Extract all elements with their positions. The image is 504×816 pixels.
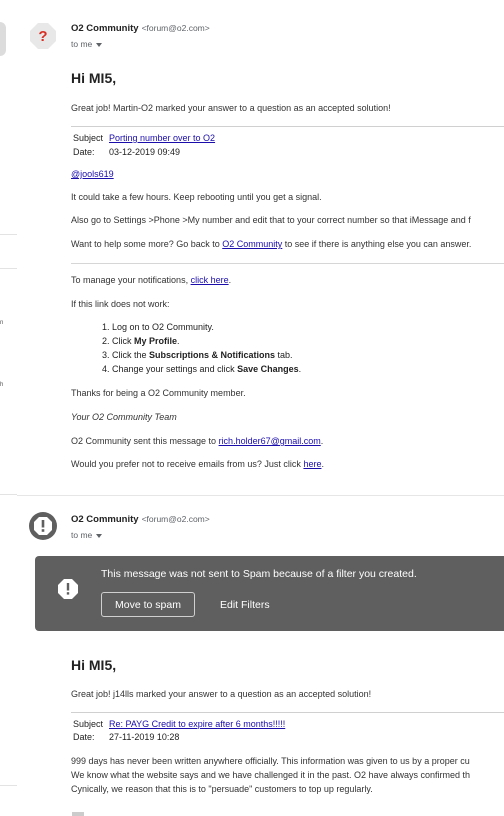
mention-link[interactable]: @jools619 (71, 169, 114, 179)
subject-label: Subject (73, 719, 104, 729)
thanks-text: Thanks for being a O2 Community member. (71, 388, 246, 398)
sender-name[interactable]: O2 Community <forum@o2.com> (71, 23, 210, 34)
notifications-text: . (228, 275, 232, 285)
step-text: Click the (112, 350, 150, 360)
message-divider (17, 495, 504, 496)
recipient-text: to me (71, 39, 93, 49)
step-item: Click the Subscriptions & Notifications … (112, 348, 301, 362)
edit-filters-button[interactable]: Edit Filters (211, 592, 279, 617)
greeting: Hi MI5, (71, 657, 117, 673)
scroll-indicator[interactable] (0, 22, 6, 56)
left-pane-text: n (0, 320, 4, 326)
left-pane-edge: n h (0, 0, 17, 815)
click-here-link[interactable]: click here (191, 275, 229, 285)
sender-avatar[interactable]: ? (29, 22, 57, 50)
date-row: Date: 03-12-2019 09:49 (73, 147, 180, 157)
subject-label: Subject (73, 133, 104, 143)
body-paragraph: It could take a few hours. Keep rebootin… (71, 192, 322, 202)
recipient-details[interactable]: to me (71, 39, 103, 49)
date-label: Date: (73, 147, 95, 157)
subject-row: Subject Porting number over to O2 (73, 133, 215, 143)
step-text: Change your settings and click (112, 364, 238, 374)
unsubscribe-link[interactable]: here (303, 459, 321, 469)
steps-list: Log on to O2 Community. Click My Profile… (71, 320, 301, 376)
sender-email: <forum@o2.com> (141, 514, 210, 524)
sender-name[interactable]: O2 Community <forum@o2.com> (71, 514, 210, 525)
recipient-details[interactable]: to me (71, 530, 103, 540)
step-text: Log on to O2 Community. (112, 322, 214, 332)
mention-text[interactable]: @jools619 (71, 169, 114, 179)
subject-divider (71, 712, 504, 713)
left-divider (0, 268, 17, 269)
notifications-paragraph: To manage your notifications, click here… (71, 275, 231, 285)
date-row: Date: 27-11-2019 10:28 (73, 732, 179, 742)
help-paragraph: Want to help some more? Go back to O2 Co… (71, 239, 471, 249)
left-divider (0, 785, 17, 786)
intro-text: Great job! Martin-O2 marked your answer … (71, 103, 391, 113)
unsubscribe-paragraph: Would you prefer not to receive emails f… (71, 459, 324, 469)
subject-row: Subject Re: PAYG Credit to expire after 6… (73, 719, 285, 729)
body-paragraph: 999 days has never been written anywhere… (71, 756, 470, 766)
team-signature: Your O2 Community Team (71, 412, 177, 422)
fallback-intro: If this link does not work: (71, 299, 170, 309)
notifications-text: To manage your notifications, (71, 275, 191, 285)
body-paragraph: Also go to Settings >Phone >My number an… (71, 215, 471, 225)
greeting: Hi MI5, (71, 70, 117, 86)
community-link[interactable]: O2 Community (222, 239, 282, 249)
subject-link[interactable]: Porting number over to O2 (109, 133, 215, 143)
sent-to-text: O2 Community sent this message to (71, 436, 219, 446)
sent-to-text: . (320, 436, 324, 446)
sender-name-text: O2 Community (71, 23, 139, 34)
step-text: Click (112, 336, 134, 346)
dropdown-caret-icon[interactable] (96, 533, 103, 538)
quoted-text-toggle[interactable] (72, 812, 84, 816)
svg-text:?: ? (38, 28, 47, 45)
sent-to-paragraph: O2 Community sent this message to rich.h… (71, 436, 323, 446)
help-text: Want to help some more? Go back to (71, 239, 223, 249)
spam-banner-text: This message was not sent to Spam becaus… (101, 568, 417, 580)
move-to-spam-button[interactable]: Move to spam (101, 592, 195, 617)
date-label: Date: (73, 732, 95, 742)
spam-filter-banner: This message was not sent to Spam becaus… (35, 556, 504, 631)
sender-email: <forum@o2.com> (141, 23, 210, 33)
step-bold: Subscriptions & Notifications (149, 350, 276, 360)
help-text: to see if there is anything else you can… (282, 239, 472, 249)
date-value: 27-11-2019 10:28 (109, 732, 180, 742)
sender-name-text: O2 Community (71, 514, 139, 525)
step-text: . (298, 364, 302, 374)
dropdown-caret-icon[interactable] (96, 42, 103, 47)
step-text: tab. (275, 350, 293, 360)
unsubscribe-text: . (321, 459, 324, 469)
step-bold: My Profile (134, 336, 178, 346)
intro-text: Great job! j14lls marked your answer to … (71, 689, 372, 699)
step-item: Log on to O2 Community. (112, 320, 301, 334)
section-divider (71, 263, 504, 264)
body-paragraph: We know what the website says and we hav… (71, 770, 471, 780)
subject-divider (71, 126, 504, 127)
step-text: . (177, 336, 180, 346)
body-paragraph: Cynically, we reason that this is to "pe… (71, 784, 373, 794)
date-value: 03-12-2019 09:49 (109, 147, 181, 157)
left-divider (0, 234, 17, 235)
subject-link[interactable]: Re: PAYG Credit to expire after 6 months… (109, 719, 285, 729)
question-mark-icon: ? (30, 23, 56, 49)
alert-icon (58, 579, 78, 599)
recipient-email-link[interactable]: rich.holder67@gmail.com (219, 436, 321, 446)
step-item: Click My Profile. (112, 334, 301, 348)
left-pane-text: h (0, 382, 4, 388)
recipient-text: to me (71, 530, 93, 540)
left-divider (0, 494, 17, 495)
step-bold: Save Changes (237, 364, 299, 374)
step-item: Change your settings and click Save Chan… (112, 362, 301, 376)
alert-icon (29, 512, 57, 540)
sender-avatar[interactable] (29, 512, 57, 540)
unsubscribe-text: Would you prefer not to receive emails f… (71, 459, 304, 469)
